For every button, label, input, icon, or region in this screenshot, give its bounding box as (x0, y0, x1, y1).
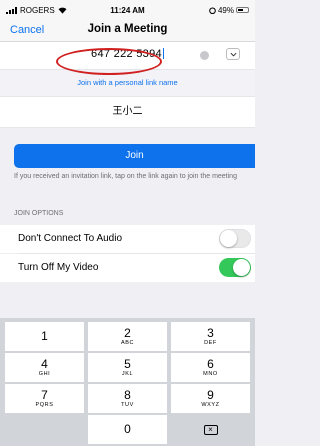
display-name-value: 王小二 (112, 106, 143, 117)
option-label-audio: Don't Connect To Audio (18, 233, 123, 244)
option-row-video: Turn Off My Video (0, 254, 255, 282)
key-letters: DEF (204, 339, 217, 346)
wifi-icon (58, 7, 67, 14)
join-options-header: JOIN OPTIONS (14, 210, 64, 217)
chevron-down-icon (230, 52, 236, 57)
status-bar: ROGERS 11:24 AM 49% (0, 0, 255, 20)
nav-bar: Cancel Join a Meeting (0, 20, 255, 42)
key-number: 2 (124, 325, 131, 340)
delete-key[interactable]: × (171, 415, 250, 444)
key-number: 5 (124, 356, 131, 371)
key-2[interactable]: 2 ABC (88, 322, 167, 351)
meeting-id-value: 647 222 5394 (91, 48, 162, 60)
backspace-icon: × (203, 424, 218, 435)
personal-link-button[interactable]: Join with a personal link name (0, 70, 255, 96)
key-1[interactable]: 1 (5, 322, 84, 351)
battery-percent: 49% (217, 5, 234, 15)
key-6[interactable]: 6 MNO (171, 353, 250, 382)
key-letters: MNO (203, 370, 218, 377)
history-dropdown-button[interactable] (226, 48, 240, 60)
key-number: 0 (124, 422, 131, 436)
key-9[interactable]: 9 WXYZ (171, 384, 250, 413)
clear-icon[interactable] (200, 51, 209, 60)
key-number: 6 (207, 356, 214, 371)
meeting-id-row: 647 222 5394 (0, 42, 255, 70)
alarm-icon (209, 6, 216, 14)
key-0[interactable]: 0 (88, 415, 167, 444)
invitation-hint: If you received an invitation link, tap … (14, 173, 237, 180)
key-number: 8 (124, 387, 131, 402)
status-time: 11:24 AM (110, 5, 145, 15)
battery-icon (235, 7, 249, 13)
join-button[interactable]: Join (14, 144, 255, 168)
key-number: 4 (41, 356, 48, 371)
key-letters: ABC (120, 339, 135, 346)
key-7[interactable]: 7 PQRS (5, 384, 84, 413)
key-letters: GHI (38, 370, 51, 377)
key-3[interactable]: 3 DEF (171, 322, 250, 351)
option-label-video: Turn Off My Video (18, 262, 99, 273)
key-number: 7 (41, 387, 48, 402)
display-name-input[interactable]: 王小二 (0, 96, 255, 128)
key-8[interactable]: 8 TUV (88, 384, 167, 413)
key-4[interactable]: 4 GHI (5, 353, 84, 382)
numeric-keypad: 1 2 ABC 3 DEF 4 GHI 5 JKL 6 MNO 7 PQRS 8… (0, 318, 255, 446)
page-title: Join a Meeting (87, 23, 168, 35)
toggle-knob (233, 259, 250, 276)
key-number: 3 (207, 325, 214, 340)
key-letters: WXYZ (201, 401, 220, 408)
key-number: 1 (41, 329, 48, 343)
key-letters: PQRS (35, 401, 54, 408)
audio-toggle[interactable] (219, 229, 251, 248)
signal-icon (6, 6, 17, 14)
key-letters: TUV (121, 401, 134, 408)
key-5[interactable]: 5 JKL (88, 353, 167, 382)
key-blank (5, 415, 84, 444)
option-row-audio: Don't Connect To Audio (0, 225, 255, 253)
text-cursor (162, 48, 164, 59)
meeting-id-input[interactable]: 647 222 5394 (0, 48, 255, 60)
key-number: 9 (207, 387, 214, 402)
video-toggle[interactable] (219, 258, 251, 277)
toggle-knob (220, 230, 237, 247)
carrier-name: ROGERS (20, 5, 55, 15)
key-letters: JKL (121, 370, 134, 377)
